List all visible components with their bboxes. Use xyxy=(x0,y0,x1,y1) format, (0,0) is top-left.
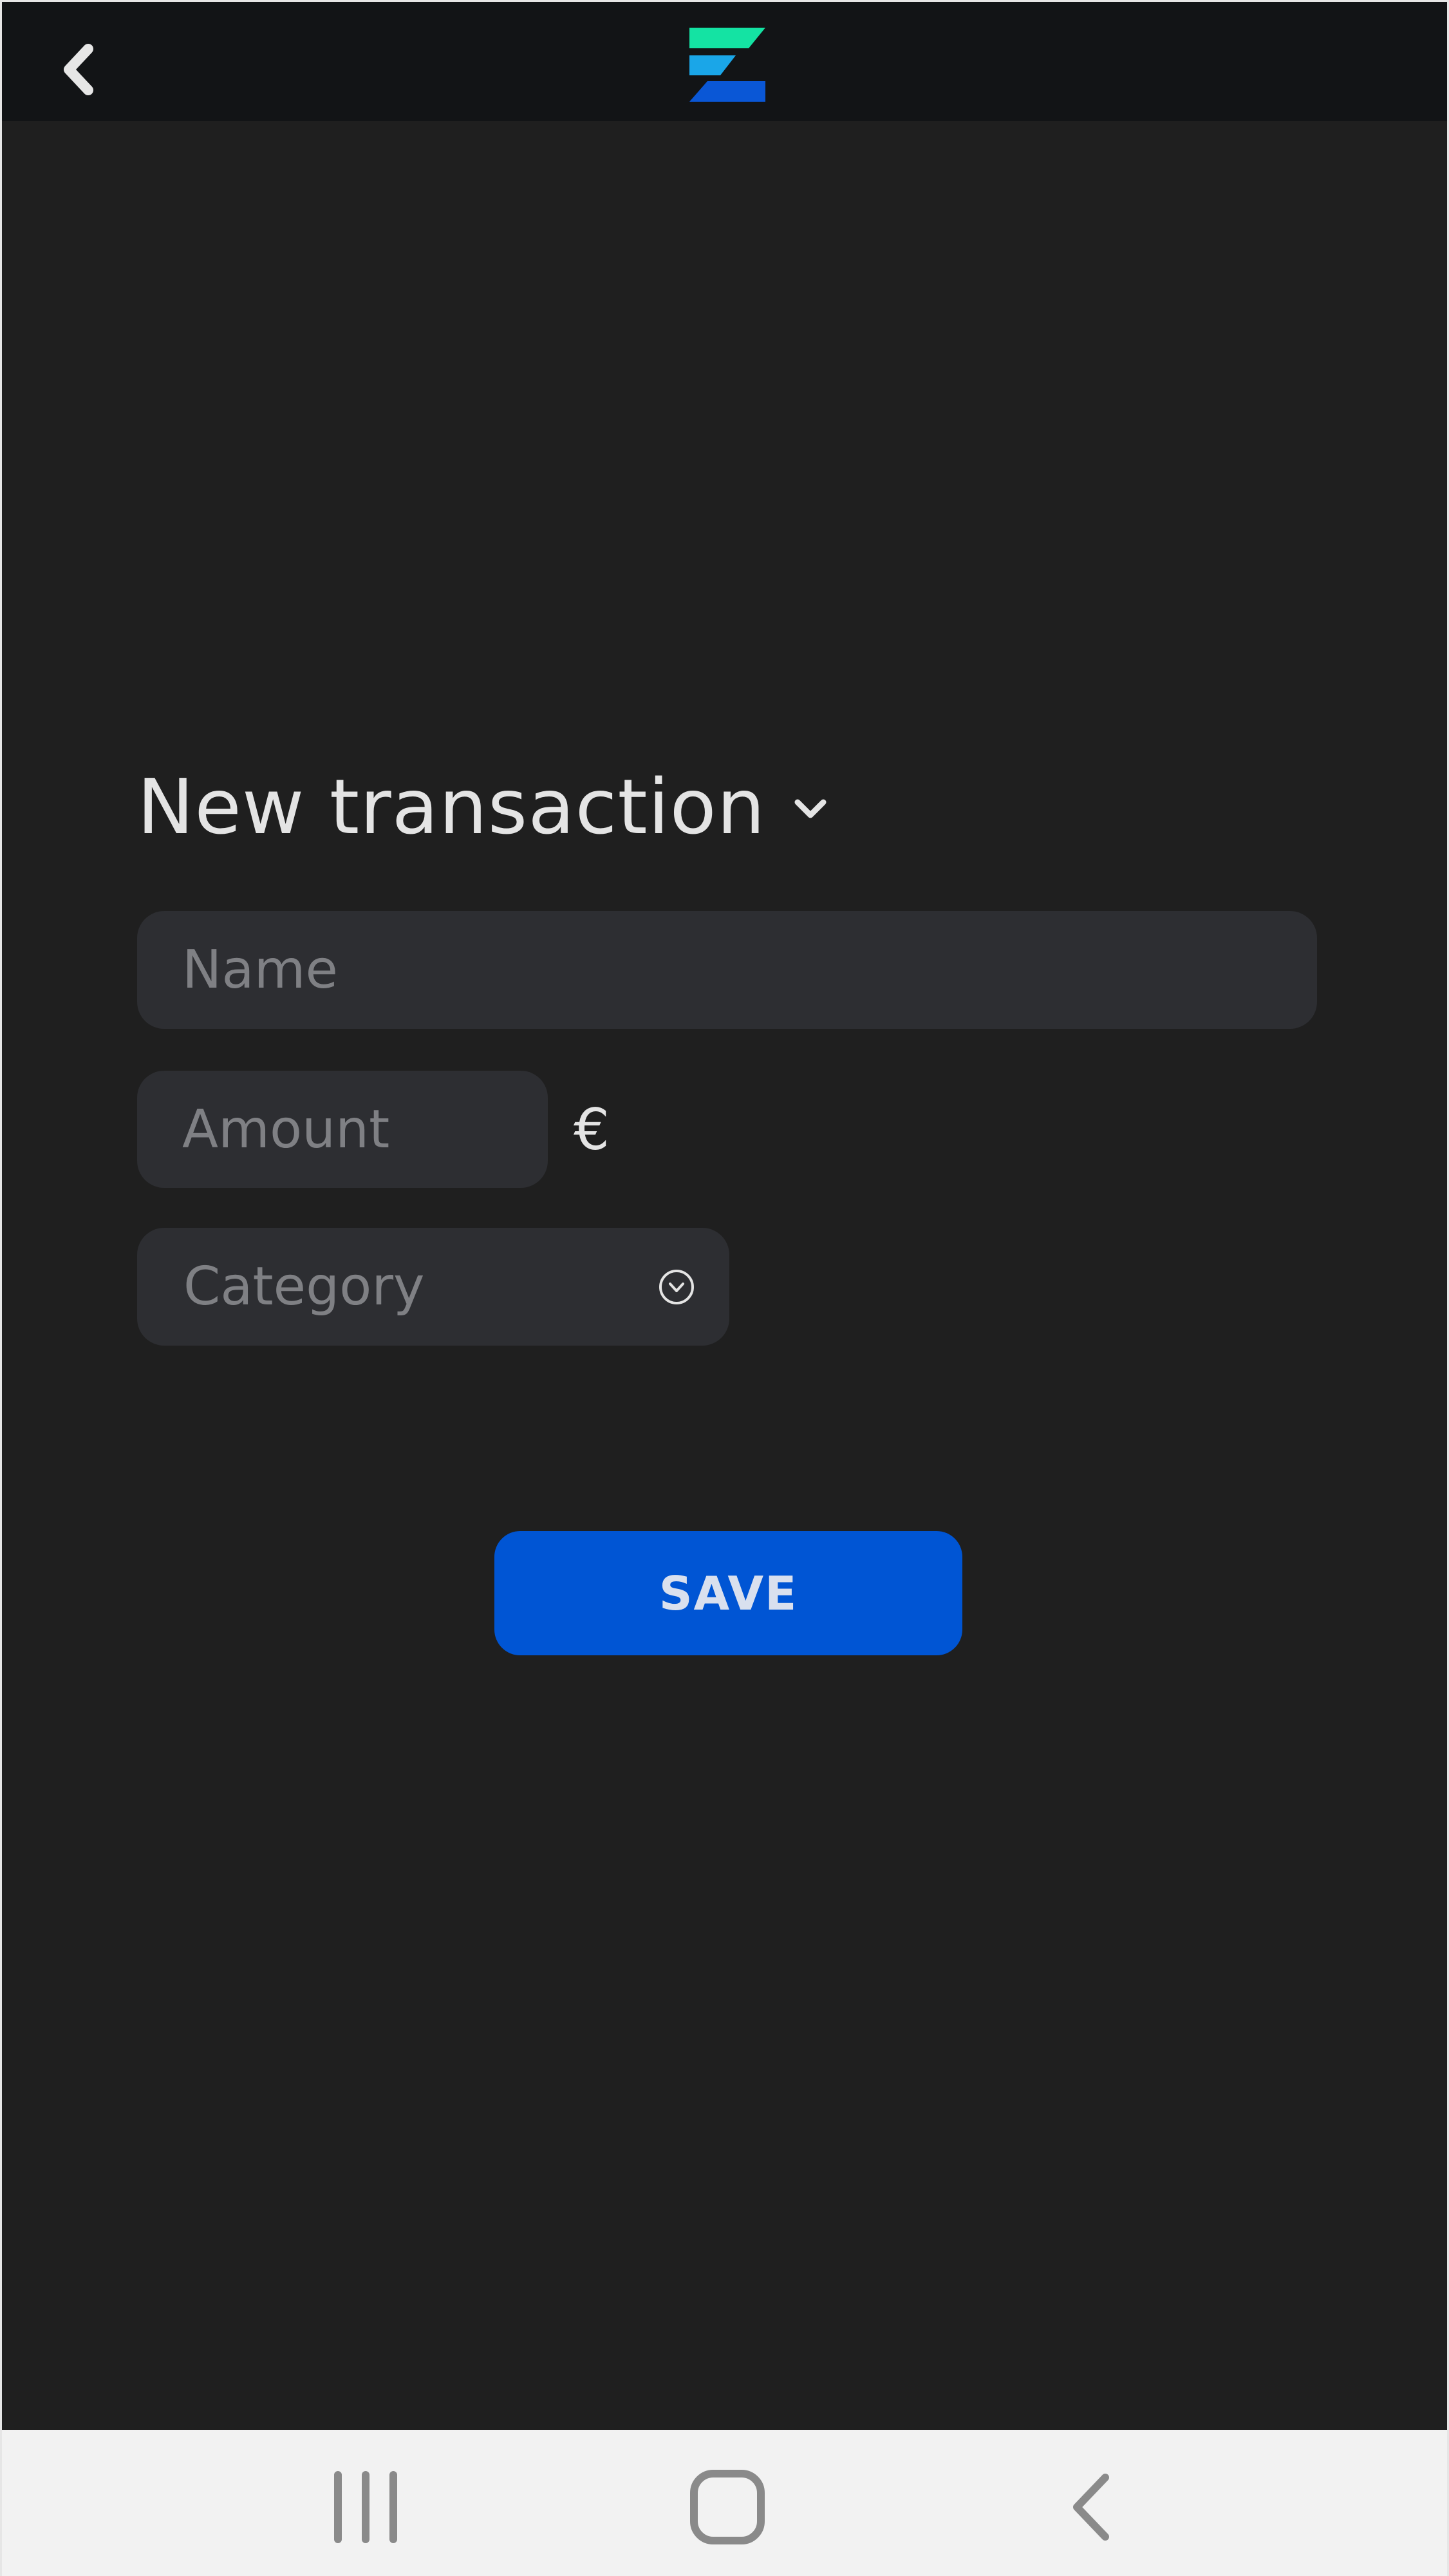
page-title: New transaction xyxy=(137,762,766,851)
name-input[interactable] xyxy=(137,911,1317,1029)
category-select[interactable]: Category xyxy=(137,1228,729,1346)
save-button[interactable]: SAVE xyxy=(494,1531,962,1655)
home-icon xyxy=(690,2470,765,2544)
recents-button[interactable] xyxy=(324,2468,407,2546)
screen: New transaction € Category SAVE xyxy=(0,0,1449,2576)
currency-symbol: € xyxy=(574,1096,610,1163)
app-logo-icon xyxy=(689,28,765,102)
chevron-down-icon xyxy=(794,799,827,818)
circle-chevron-down-icon xyxy=(659,1270,694,1304)
system-back-button[interactable] xyxy=(1051,2468,1135,2546)
chevron-left-icon xyxy=(64,44,93,95)
top-bar xyxy=(2,2,1447,121)
system-nav-bar xyxy=(2,2430,1447,2576)
home-button[interactable] xyxy=(686,2468,770,2546)
recents-icon xyxy=(334,2471,397,2543)
transaction-type-selector[interactable]: New transaction xyxy=(137,762,830,852)
back-icon xyxy=(1073,2474,1109,2541)
amount-input[interactable] xyxy=(137,1071,548,1188)
back-button[interactable] xyxy=(55,37,103,102)
category-placeholder: Category xyxy=(183,1256,425,1317)
